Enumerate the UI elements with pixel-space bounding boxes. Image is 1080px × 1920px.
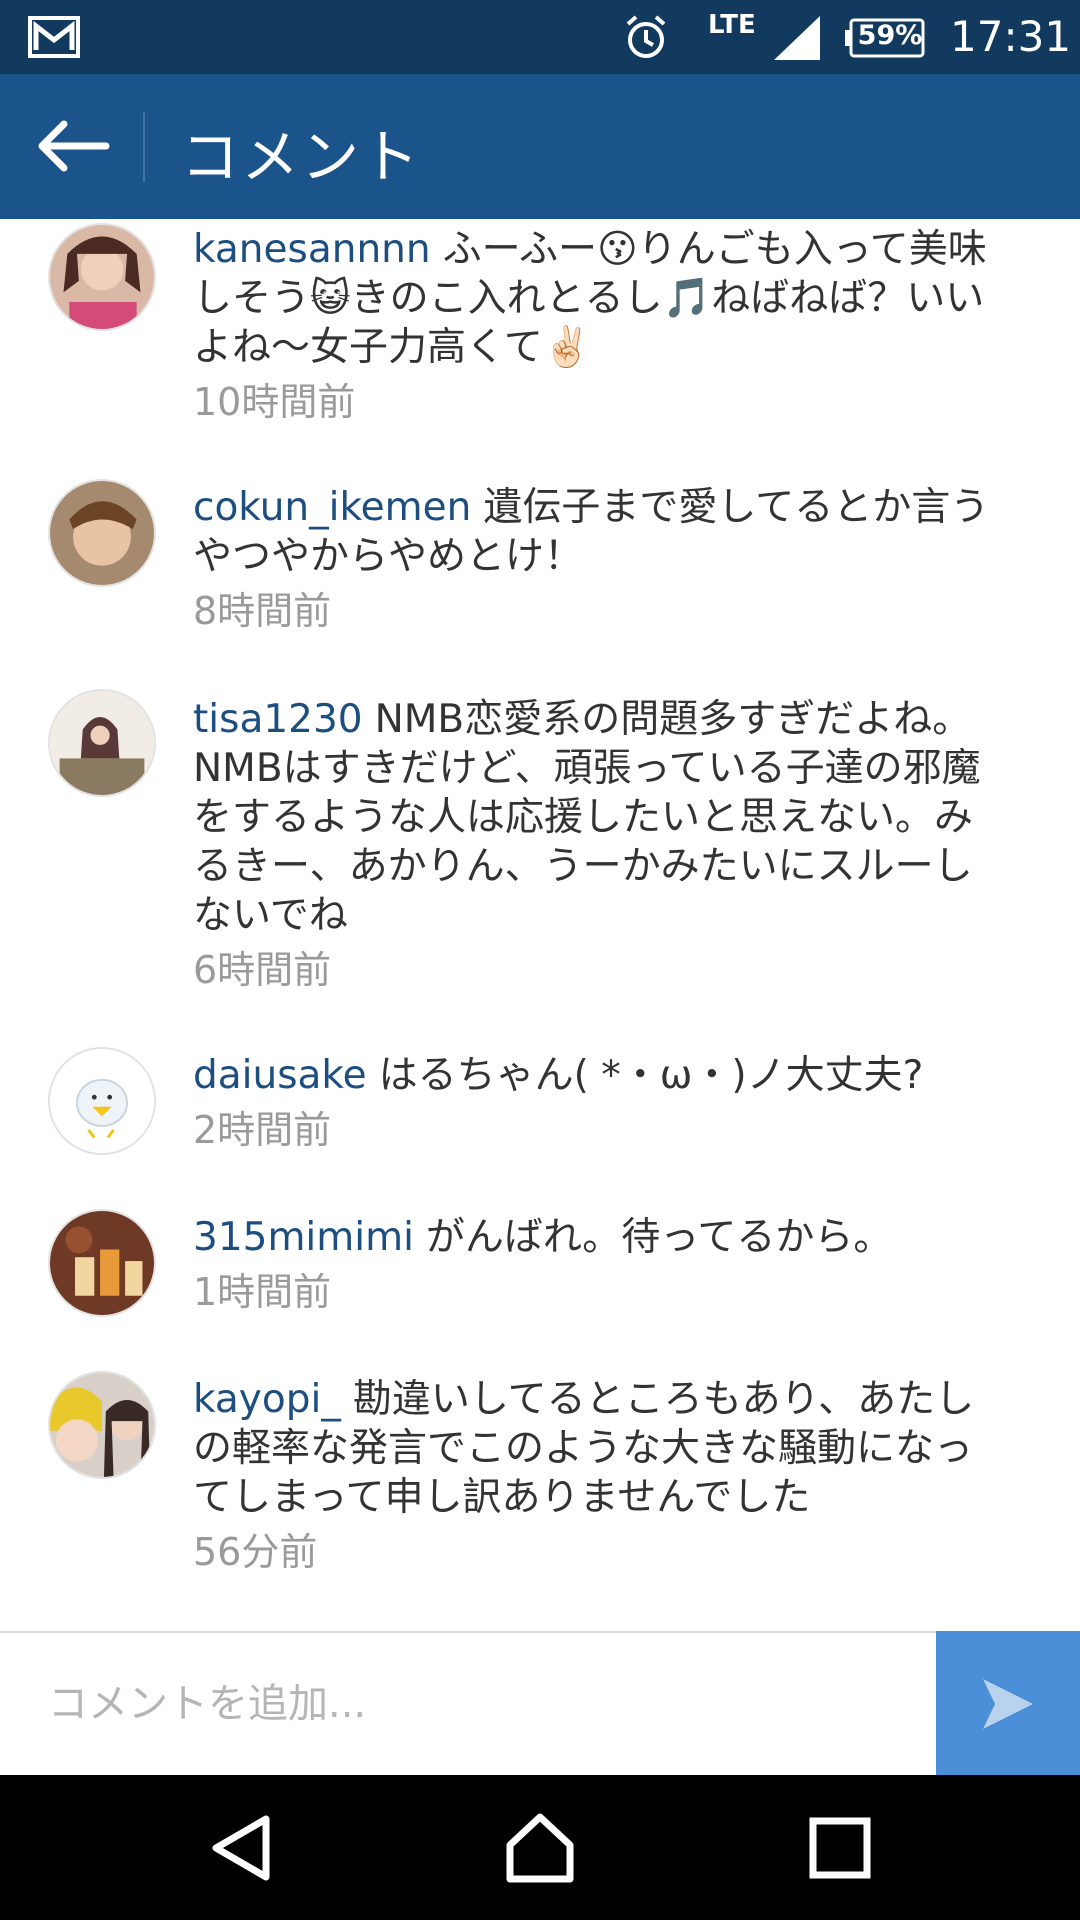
system-nav-bar	[0, 1775, 1080, 1920]
comment-input-bar	[0, 1631, 1080, 1777]
comment-time: 10時間前	[193, 380, 356, 424]
nav-back-button[interactable]	[204, 1811, 278, 1885]
network-type: LTE	[708, 10, 756, 40]
recents-icon	[809, 1817, 871, 1879]
comment-time: 1時間前	[193, 1270, 332, 1314]
comment-username[interactable]: kanesannnn	[193, 227, 431, 272]
signal-icon	[774, 16, 820, 60]
mail-icon	[28, 16, 80, 58]
comment-text: がんばれ。待ってるから。	[425, 1215, 893, 1260]
send-button[interactable]	[936, 1631, 1080, 1777]
comment-text: はるちゃん( *・ω・)ノ大丈夫?	[378, 1053, 924, 1098]
comment-time: 6時間前	[193, 948, 332, 992]
send-icon	[983, 1679, 1033, 1729]
arrow-left-icon[interactable]	[34, 118, 110, 174]
app-header: コメント	[0, 74, 1080, 219]
comment-list[interactable]: kanesannnn ふーふー😗りんごも入って美味しそう😺きのこ入れとるし🎵ねばね…	[0, 219, 1080, 1631]
comment-time: 8時間前	[193, 589, 332, 633]
comment-username[interactable]: daiusake	[193, 1053, 367, 1098]
comment-time: 56分前	[193, 1530, 318, 1574]
avatar[interactable]	[48, 223, 156, 331]
comment-input[interactable]	[0, 1633, 936, 1775]
avatar[interactable]	[48, 1371, 156, 1479]
avatar[interactable]	[48, 689, 156, 797]
comment-username[interactable]: 315mimimi	[193, 1215, 414, 1260]
nav-recents-button[interactable]	[803, 1811, 877, 1885]
status-bar: LTE 59% 17:31	[0, 0, 1080, 74]
header-divider	[143, 112, 145, 182]
avatar[interactable]	[48, 1209, 156, 1317]
alarm-icon	[626, 15, 666, 58]
comment-username[interactable]: tisa1230	[193, 697, 363, 742]
comment-username[interactable]: kayopi_	[193, 1377, 341, 1422]
home-icon	[506, 1813, 574, 1883]
avatar[interactable]	[48, 479, 156, 587]
comment-username[interactable]: cokun_ikemen	[193, 485, 471, 530]
back-triangle-icon	[212, 1815, 270, 1881]
comment-time: 2時間前	[193, 1108, 332, 1152]
clock: 17:31	[950, 12, 1072, 61]
nav-home-button[interactable]	[503, 1811, 577, 1885]
page-title: コメント	[181, 123, 422, 191]
battery-level: 59%	[857, 20, 923, 51]
avatar[interactable]	[48, 1047, 156, 1155]
